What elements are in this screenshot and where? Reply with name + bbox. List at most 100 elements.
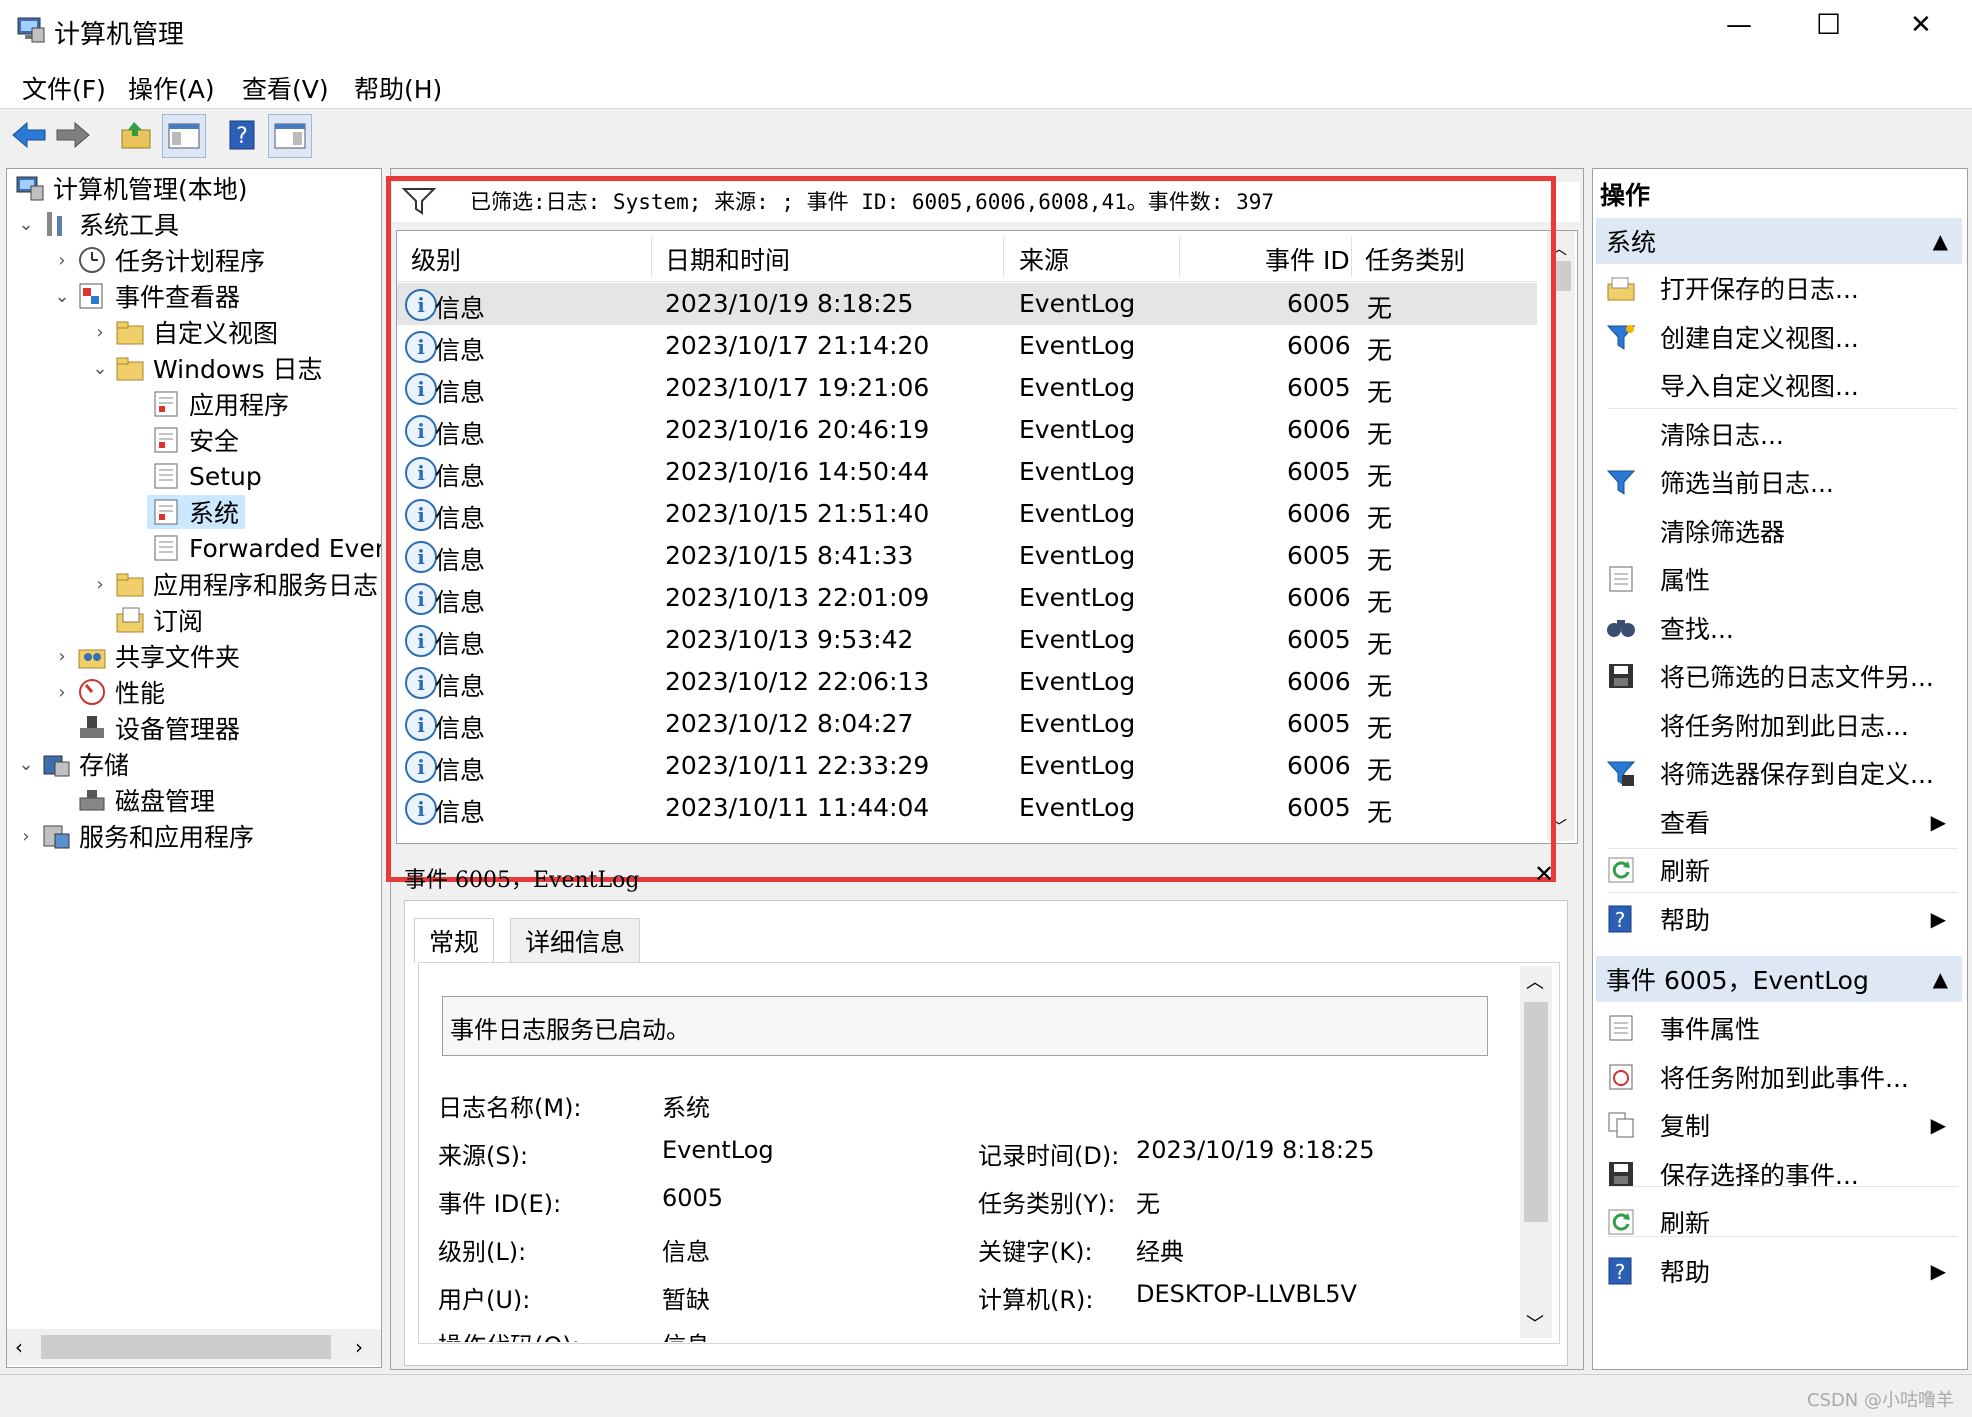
col-event-id[interactable]: 事件 ID <box>1265 241 1350 277</box>
chevron-right-icon[interactable]: › <box>51 250 73 271</box>
collapse-icon[interactable]: ▲ <box>1933 229 1948 253</box>
action-items1-9[interactable]: 将任务附加到此日志... <box>1600 703 1960 747</box>
tree-item-setup[interactable]: Setup <box>147 459 262 493</box>
menu-help[interactable]: 帮助(H) <box>354 70 442 106</box>
action-items1-6[interactable]: 属性 <box>1600 557 1960 601</box>
tree-hscrollbar[interactable]: ‹ › <box>7 1329 381 1365</box>
table-row[interactable]: i 信息 2023/10/17 21:14:20 EventLog 6006 无 <box>397 325 1537 367</box>
action-items2-0[interactable]: 事件属性 <box>1600 1006 1960 1050</box>
action-items1-0[interactable]: 打开保存的日志... <box>1600 266 1960 310</box>
scroll-left-icon[interactable]: ‹ <box>15 1335 23 1359</box>
table-row[interactable]: i 信息 2023/10/15 21:51:40 EventLog 6006 无 <box>397 493 1537 535</box>
action-items1-5[interactable]: 清除筛选器 <box>1600 509 1960 553</box>
maximize-button[interactable]: ☐ <box>1816 8 1841 41</box>
scroll-down-icon[interactable]: ﹀ <box>1551 813 1567 837</box>
action-items2-5[interactable]: ? 帮助 ▶ <box>1600 1249 1960 1293</box>
scroll-thumb[interactable] <box>1551 261 1571 291</box>
tree-item-app-service-logs[interactable]: › 应用程序和服务日志 <box>89 567 378 601</box>
tree-item-event-viewer[interactable]: ⌄ 事件查看器 <box>51 279 240 313</box>
chevron-right-icon[interactable]: › <box>51 646 73 667</box>
tree-item-application[interactable]: 应用程序 <box>147 387 289 421</box>
tree-item-disk-management[interactable]: 磁盘管理 <box>73 783 215 817</box>
forward-icon[interactable] <box>52 114 94 156</box>
action-items1-11[interactable]: 查看 ▶ <box>1600 800 1960 844</box>
col-divider[interactable] <box>651 237 652 277</box>
tree-item-performance[interactable]: › 性能 <box>51 675 165 709</box>
tree-item-shared-folders[interactable]: › 共享文件夹 <box>51 639 240 673</box>
tree-item-computer-management[interactable]: 计算机管理(本地) <box>11 171 248 205</box>
scroll-thumb[interactable] <box>41 1335 331 1359</box>
table-row[interactable]: i 信息 2023/10/11 22:33:29 EventLog 6006 无 <box>397 745 1537 787</box>
tree-item-services-apps[interactable]: › 服务和应用程序 <box>15 819 254 853</box>
tree-item-storage[interactable]: ⌄ 存储 <box>15 747 129 781</box>
table-row[interactable]: i 信息 2023/10/15 8:41:33 EventLog 6005 无 <box>397 535 1537 577</box>
table-row[interactable]: i 信息 2023/10/17 19:21:06 EventLog 6005 无 <box>397 367 1537 409</box>
table-row[interactable]: i 信息 2023/10/13 9:53:42 EventLog 6005 无 <box>397 619 1537 661</box>
chevron-down-icon[interactable]: ⌄ <box>15 214 37 235</box>
tree-item-device-manager[interactable]: 设备管理器 <box>73 711 240 745</box>
show-hide-action-icon[interactable] <box>268 114 312 158</box>
minimize-button[interactable]: — <box>1726 10 1752 40</box>
scroll-down-icon[interactable]: ﹀ <box>1526 1310 1544 1336</box>
chevron-down-icon[interactable]: ⌄ <box>89 358 111 379</box>
show-hide-tree-icon[interactable] <box>162 114 206 158</box>
action-items1-12[interactable]: 刷新 <box>1600 848 1960 892</box>
tree-item-task-scheduler[interactable]: › 任务计划程序 <box>51 243 265 277</box>
table-row[interactable]: i 信息 2023/10/12 8:04:27 EventLog 6005 无 <box>397 703 1537 745</box>
table-row[interactable]: i 信息 2023/10/12 22:06:13 EventLog 6006 无 <box>397 661 1537 703</box>
action-items1-1[interactable]: 创建自定义视图... <box>1600 315 1960 359</box>
actions-section-system[interactable]: 系统 ▲ <box>1596 218 1962 264</box>
back-icon[interactable] <box>8 114 50 156</box>
action-items2-4[interactable]: 刷新 <box>1600 1200 1960 1244</box>
table-row[interactable]: i 信息 2023/10/13 22:01:09 EventLog 6006 无 <box>397 577 1537 619</box>
action-items1-4[interactable]: 筛选当前日志... <box>1600 460 1960 504</box>
tree-item-windows-logs[interactable]: ⌄ Windows 日志 <box>89 351 322 385</box>
col-source[interactable]: 来源 <box>1019 241 1069 277</box>
grid-vscrollbar[interactable]: ︿ ﹀ <box>1547 231 1575 841</box>
up-folder-icon[interactable] <box>116 114 158 156</box>
chevron-right-icon[interactable]: › <box>15 826 37 847</box>
tree-item-subscriptions[interactable]: 订阅 <box>111 603 203 637</box>
detail-vscrollbar[interactable]: ︿ ﹀ <box>1520 966 1552 1338</box>
action-items1-13[interactable]: ? 帮助 ▶ <box>1600 897 1960 941</box>
action-items1-7[interactable]: 查找... <box>1600 606 1960 650</box>
tree-item-custom-views[interactable]: › 自定义视图 <box>89 315 278 349</box>
chevron-right-icon[interactable]: › <box>89 574 111 595</box>
action-items2-2[interactable]: 复制 ▶ <box>1600 1103 1960 1147</box>
action-items2-1[interactable]: 将任务附加到此事件... <box>1600 1055 1960 1099</box>
action-items2-3[interactable]: 保存选择的事件... <box>1600 1152 1960 1196</box>
table-row[interactable]: i 信息 2023/10/16 20:46:19 EventLog 6006 无 <box>397 409 1537 451</box>
chevron-right-icon[interactable]: › <box>89 322 111 343</box>
col-level[interactable]: 级别 <box>411 241 461 277</box>
table-row[interactable]: i 信息 2023/10/16 14:50:44 EventLog 6005 无 <box>397 451 1537 493</box>
menu-file[interactable]: 文件(F) <box>22 70 106 106</box>
col-datetime[interactable]: 日期和时间 <box>665 241 790 277</box>
tree-item-system-log[interactable]: 系统 <box>147 495 246 529</box>
col-divider[interactable] <box>1003 237 1004 277</box>
action-items1-8[interactable]: 将已筛选的日志文件另... <box>1600 654 1960 698</box>
chevron-right-icon[interactable]: › <box>51 682 73 703</box>
scroll-up-icon[interactable]: ︿ <box>1526 968 1544 994</box>
help-icon[interactable]: ? <box>222 114 264 156</box>
tab-details[interactable]: 详细信息 <box>510 918 641 964</box>
scroll-up-icon[interactable]: ︿ <box>1551 235 1567 259</box>
table-row[interactable]: i 信息 2023/10/11 11:44:04 EventLog 6005 无 <box>397 787 1537 829</box>
tree-item-forwarded-events[interactable]: Forwarded Even <box>147 531 381 565</box>
scroll-thumb[interactable] <box>1524 1002 1548 1222</box>
tab-general[interactable]: 常规 <box>414 918 495 963</box>
actions-section-event[interactable]: 事件 6005，EventLog ▲ <box>1596 956 1962 1002</box>
col-task-category[interactable]: 任务类别 <box>1365 241 1465 277</box>
col-divider[interactable] <box>1179 237 1180 277</box>
table-row[interactable]: i 信息 2023/10/19 8:18:25 EventLog 6005 无 <box>397 283 1537 325</box>
collapse-icon[interactable]: ▲ <box>1933 967 1948 991</box>
tree-item-security[interactable]: 安全 <box>147 423 239 457</box>
close-button[interactable]: ✕ <box>1910 10 1932 40</box>
menu-view[interactable]: 查看(V) <box>242 70 329 106</box>
tree-item-system-tools[interactable]: ⌄ 系统工具 <box>15 207 179 241</box>
scroll-right-icon[interactable]: › <box>355 1335 363 1359</box>
action-items1-3[interactable]: 清除日志... <box>1600 412 1960 456</box>
chevron-down-icon[interactable]: ⌄ <box>51 286 73 307</box>
action-items1-2[interactable]: 导入自定义视图... <box>1600 363 1960 407</box>
col-divider[interactable] <box>1351 237 1352 277</box>
action-items1-10[interactable]: 将筛选器保存到自定义... <box>1600 751 1960 795</box>
